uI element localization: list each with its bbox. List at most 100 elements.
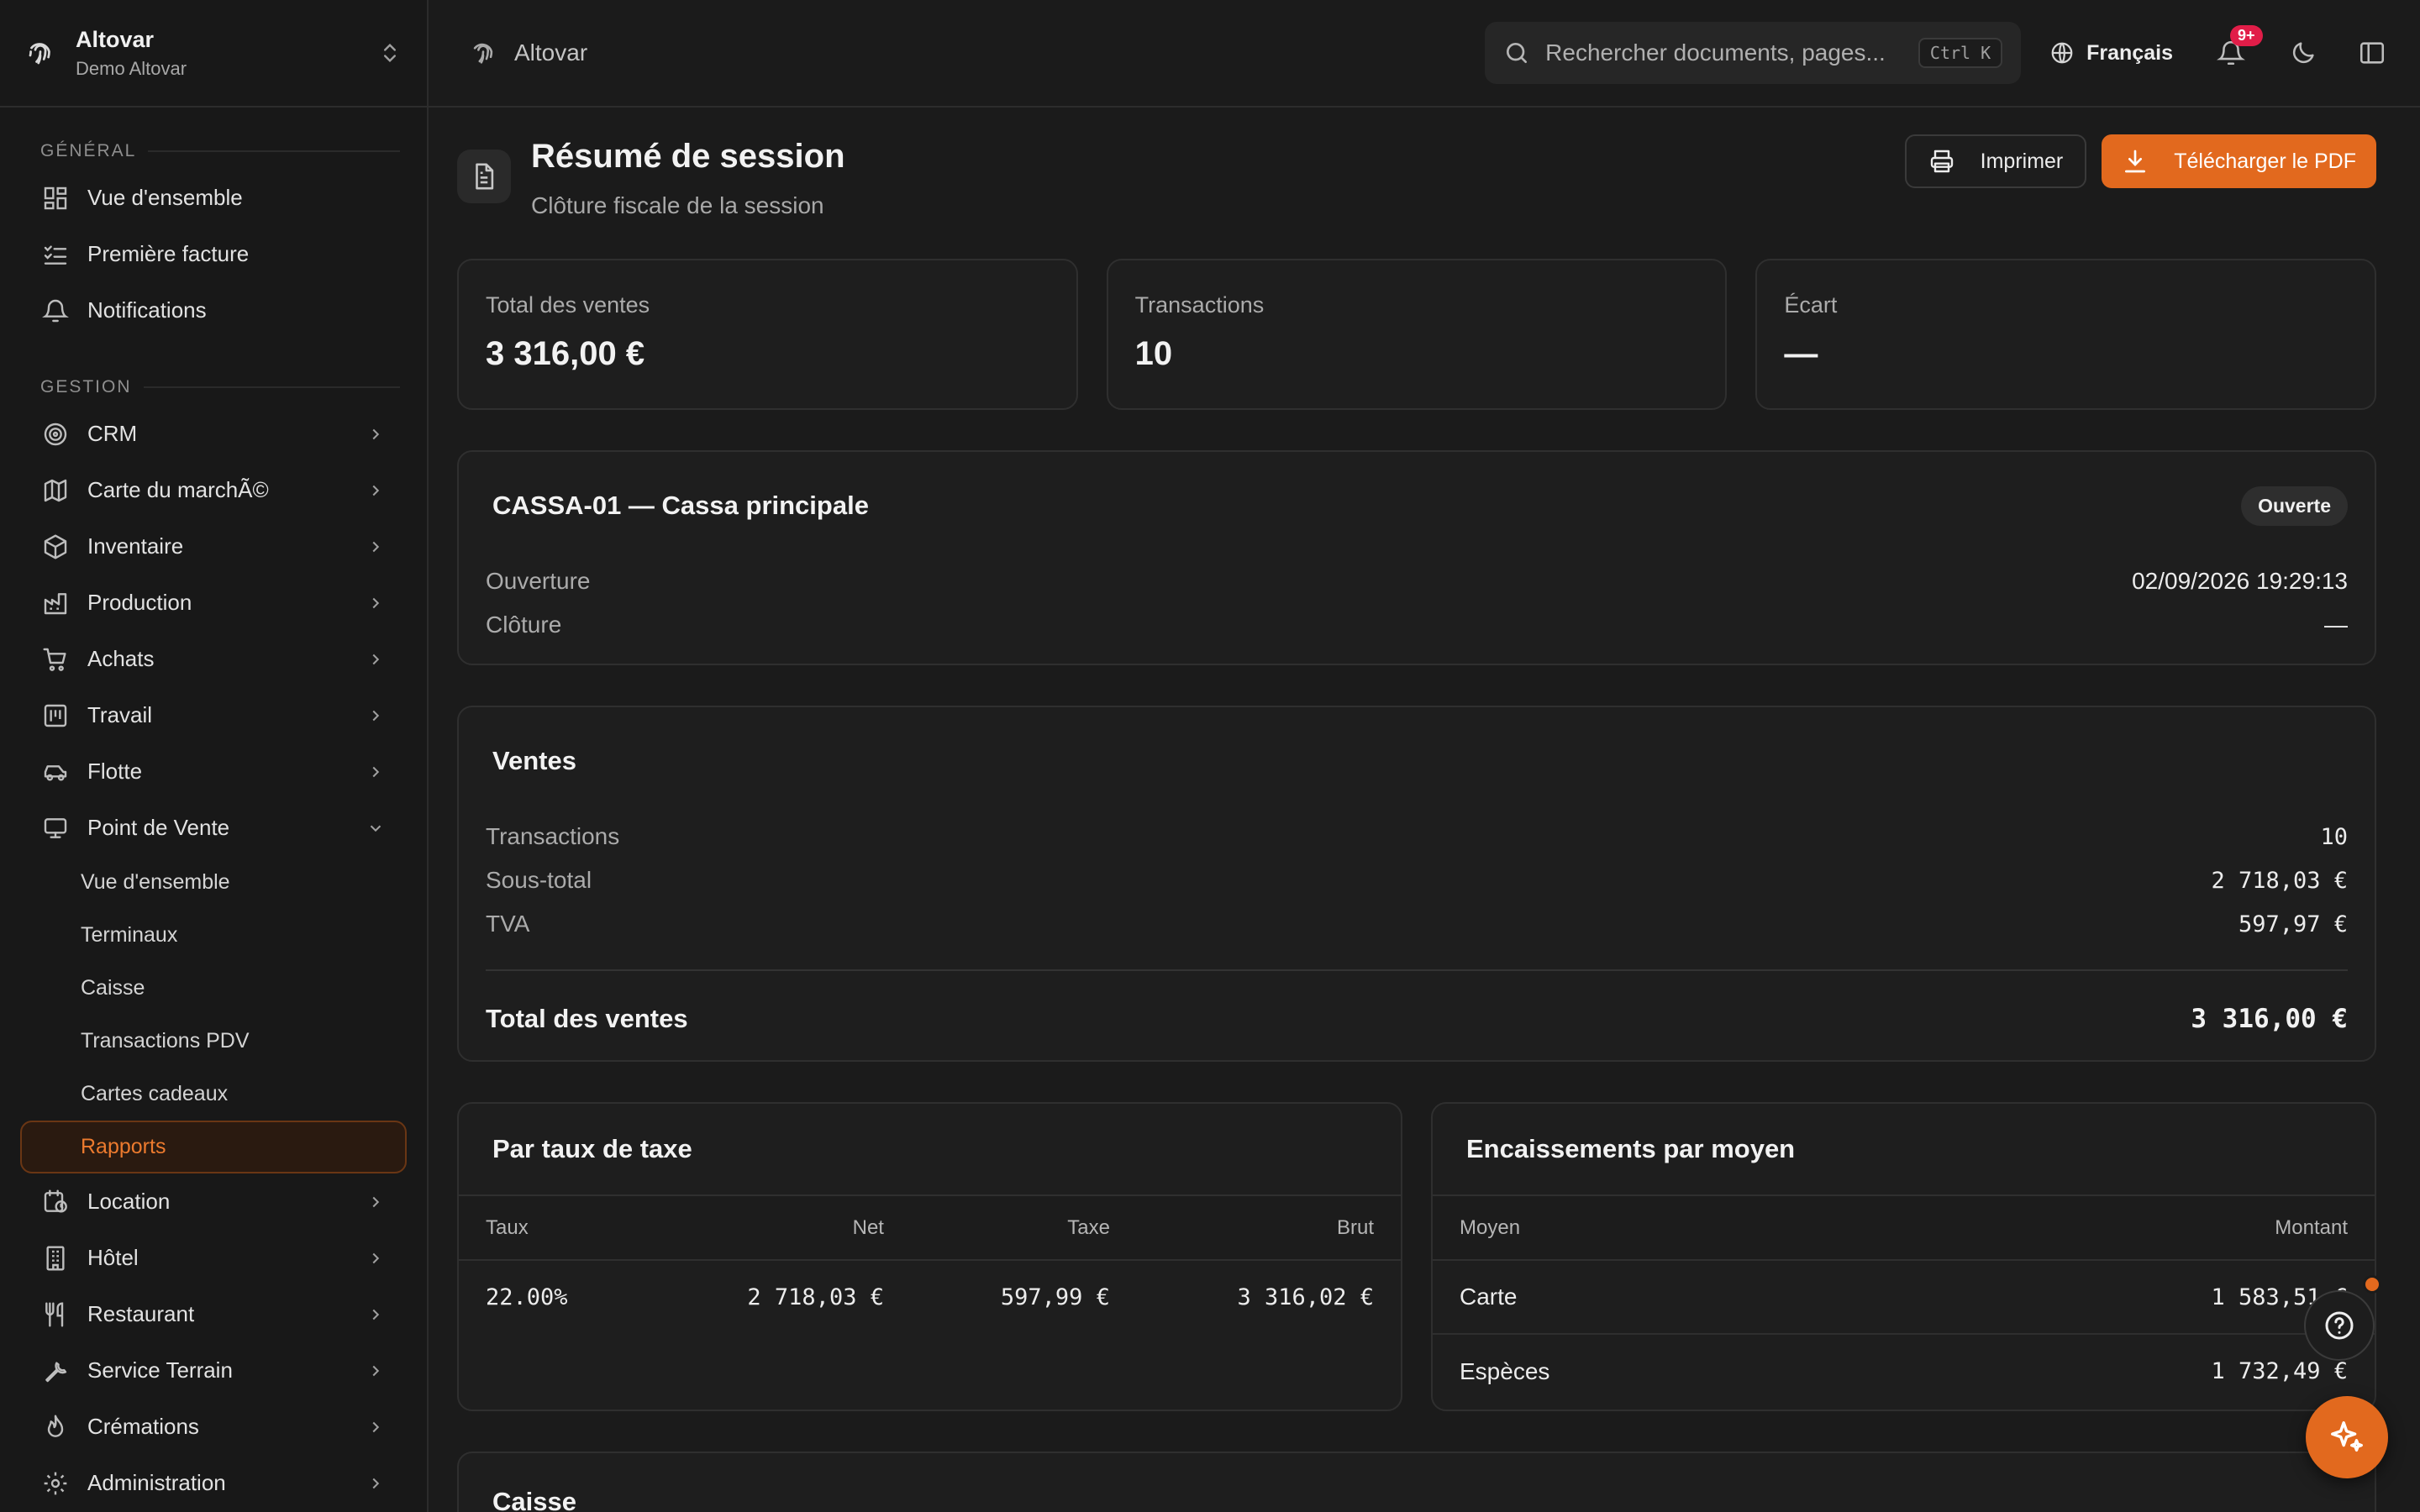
stats-row: Total des ventes 3 316,00 € Transactions…	[457, 259, 2377, 410]
help-circle-icon	[2325, 1311, 2354, 1340]
column-header: Moyen	[1433, 1196, 1839, 1261]
ai-assistant-button[interactable]	[2306, 1396, 2388, 1478]
stat-label: Écart	[1784, 292, 1838, 318]
sidebar-item-label: Hôtel	[87, 1245, 139, 1270]
print-button[interactable]: Imprimer	[1904, 134, 2087, 188]
column-header: Taxe	[910, 1196, 1137, 1261]
sidebar-item-rental[interactable]: Location	[20, 1173, 407, 1230]
sidebar-item-work[interactable]: Travail	[20, 687, 407, 743]
sidebar-item-label: Travail	[87, 702, 153, 727]
sidebar-item-market-map[interactable]: Carte du marchÃ©	[20, 462, 407, 518]
calendar-clock-icon	[44, 1189, 67, 1213]
checklist-icon	[44, 244, 67, 265]
sidebar-panel-icon	[2360, 42, 2385, 64]
language-selector[interactable]: Français	[2049, 40, 2173, 66]
sidebar-item-field-service[interactable]: Service Terrain	[20, 1342, 407, 1399]
sidebar-item-label: Production	[87, 590, 192, 615]
table-cell: 1 583,51 €	[1838, 1260, 2375, 1335]
print-button-label: Imprimer	[1980, 149, 2064, 173]
sidebar-subitem-gift-cards[interactable]: Cartes cadeaux	[20, 1068, 407, 1121]
workspace-switcher[interactable]: Altovar Demo Altovar	[0, 0, 427, 108]
download-pdf-button[interactable]: Télécharger le PDF	[2102, 134, 2376, 188]
sidebar-subitem-reports[interactable]: Rapports	[20, 1121, 407, 1173]
table-header-row: Taux Net Taxe Brut	[459, 1196, 1401, 1261]
panel-toggle-button[interactable]	[2358, 39, 2386, 67]
search-icon	[1507, 43, 1528, 63]
sidebar-nav: GÉNÉRAL Vue d'ensemble Première facture …	[0, 108, 427, 1511]
sidebar-item-first-invoice[interactable]: Première facture	[20, 226, 407, 282]
sidebar-item-cremations[interactable]: Crémations	[20, 1399, 407, 1455]
chevron-right-icon	[372, 597, 380, 608]
table-row: 22.00% 2 718,03 € 597,99 € 3 316,02 €	[459, 1260, 1401, 1334]
chevron-right-icon	[372, 1365, 380, 1376]
sales-row-value: 10	[2320, 823, 2348, 850]
sidebar-item-fleet[interactable]: Flotte	[20, 743, 407, 800]
sidebar-item-label: Flotte	[87, 759, 143, 784]
breakdown-row: Par taux de taxe Taux Net Taxe Brut 22.0…	[457, 1102, 2376, 1411]
chevron-right-icon	[372, 1252, 380, 1263]
sidebar-item-restaurant[interactable]: Restaurant	[20, 1286, 407, 1342]
gear-icon	[44, 1472, 67, 1494]
chevron-right-icon	[372, 766, 380, 777]
theme-toggle-button[interactable]	[2289, 39, 2317, 67]
sidebar-item-label: Vue d'ensemble	[87, 185, 243, 210]
stat-label: Total des ventes	[486, 292, 650, 318]
sidebar-item-notifications[interactable]: Notifications	[20, 282, 407, 339]
sidebar-item-label: Inventaire	[87, 533, 184, 559]
calendar-icon	[44, 704, 67, 727]
dashboard-icon	[44, 186, 67, 209]
main-content: Résumé de session Clôture fiscale de la …	[457, 133, 2377, 1512]
stat-value: 3 316,00 €	[486, 335, 645, 372]
breadcrumb[interactable]: Altovar	[469, 39, 587, 67]
notifications-button[interactable]: 9+	[2217, 25, 2263, 67]
sidebar-item-label: Location	[87, 1189, 171, 1214]
payments-title: Encaissements par moyen	[1433, 1104, 2375, 1196]
sidebar-item-label: Administration	[87, 1470, 226, 1495]
sidebar-item-label: Carte du marchÃ©	[87, 477, 269, 502]
table-row: Espèces 1 732,49 €	[1433, 1334, 2375, 1408]
column-header: Brut	[1136, 1196, 1401, 1261]
fingerprint-icon	[473, 43, 493, 64]
utensils-icon	[45, 1301, 64, 1327]
sales-row-label: Sous-total	[486, 867, 592, 893]
sidebar-item-production[interactable]: Production	[20, 575, 407, 631]
breadcrumb-label: Altovar	[514, 39, 588, 66]
chevron-right-icon	[372, 541, 380, 552]
table-cell: 1 732,49 €	[2211, 1358, 2348, 1384]
sidebar-item-inventory[interactable]: Inventaire	[20, 518, 407, 575]
help-button[interactable]	[2304, 1290, 2375, 1361]
table-cell: 597,99 €	[1000, 1284, 1110, 1310]
sidebar-item-label: Première facture	[87, 241, 250, 266]
monitor-icon	[44, 817, 67, 838]
search-input[interactable]: Rechercher documents, pages... Ctrl K	[1485, 22, 2022, 84]
tax-rate-title: Par taux de taxe	[459, 1104, 1401, 1196]
page-title: Résumé de session	[531, 138, 845, 175]
sidebar-subitem-cash-register[interactable]: Caisse	[20, 962, 407, 1015]
tax-rate-table: Taux Net Taxe Brut 22.00% 2 718,03 € 597…	[459, 1196, 1401, 1334]
help-indicator-dot	[2363, 1275, 2381, 1294]
sidebar-item-hotel[interactable]: Hôtel	[20, 1230, 407, 1286]
sidebar-item-administration[interactable]: Administration	[20, 1455, 407, 1511]
sidebar-subitem-pos-overview[interactable]: Vue d'ensemble	[20, 856, 407, 909]
sales-row: Transactions 10	[486, 815, 2348, 858]
notification-count-badge: 9+	[2230, 25, 2263, 46]
table-cell: 2 718,03 €	[747, 1284, 884, 1310]
sidebar-subitem-pos-transactions[interactable]: Transactions PDV	[20, 1015, 407, 1068]
sidebar-item-overview[interactable]: Vue d'ensemble	[20, 170, 407, 226]
sales-row-label: Transactions	[486, 823, 620, 849]
sidebar-item-point-of-sale[interactable]: Point de Vente	[20, 800, 407, 856]
search-shortcut-hint: Ctrl K	[1918, 38, 2003, 68]
sidebar-subitem-terminals[interactable]: Terminaux	[20, 909, 407, 962]
wrench-icon	[45, 1361, 67, 1382]
column-header: Net	[646, 1196, 911, 1261]
chevron-right-icon	[372, 1478, 380, 1488]
opening-value: 02/09/2026 19:29:13	[2132, 568, 2348, 594]
sidebar-item-label: Achats	[87, 646, 155, 671]
sidebar-item-label: Crémations	[87, 1414, 199, 1439]
page-subtitle: Clôture fiscale de la session	[531, 192, 824, 218]
map-icon	[44, 479, 67, 501]
sidebar-item-crm[interactable]: CRM	[20, 406, 407, 462]
closing-label: Clôture	[486, 612, 562, 638]
page-header: Résumé de session Clôture fiscale de la …	[457, 133, 2376, 259]
sidebar-item-purchases[interactable]: Achats	[20, 631, 407, 687]
